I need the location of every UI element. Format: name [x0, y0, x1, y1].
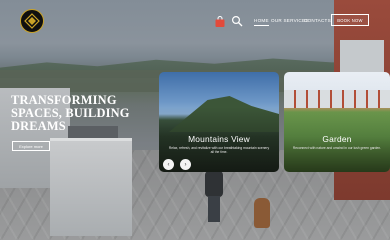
crest-logo-icon: [24, 13, 40, 29]
chevron-right-icon: ›: [184, 161, 187, 168]
dog-figure: [254, 198, 270, 228]
card-description: Relax, refresh, and revitalize with our …: [168, 146, 270, 154]
headline-line-3: DREAMS: [11, 119, 66, 134]
slider-prev-button[interactable]: ‹: [163, 159, 174, 170]
card-title: Garden: [322, 134, 352, 144]
card-description: Reconnect with nature and unwind in our …: [292, 146, 382, 150]
book-now-button[interactable]: BOOK NOW: [331, 14, 369, 26]
card-title: Mountains View: [188, 134, 250, 144]
logo[interactable]: [20, 9, 44, 33]
slider-next-button[interactable]: ›: [180, 159, 191, 170]
rooftop-pillar: [50, 138, 132, 236]
card-mountains-view[interactable]: Mountains View Relax, refresh, and revit…: [159, 72, 279, 172]
nav-our-services[interactable]: OUR SERVICES: [271, 18, 309, 23]
nav-home[interactable]: HOME: [254, 18, 269, 26]
explore-more-button[interactable]: Explore more: [12, 141, 50, 151]
chevron-left-icon: ‹: [167, 161, 170, 168]
nav-contacts[interactable]: CONTACTS: [304, 18, 331, 23]
card-garden[interactable]: Garden Reconnect with nature and unwind …: [284, 72, 390, 172]
search-icon[interactable]: [231, 15, 243, 27]
shopping-bag-icon[interactable]: [214, 16, 226, 28]
hero-headline: TRANSFORMING SPACES, BUILDING DREAMS: [11, 93, 161, 134]
